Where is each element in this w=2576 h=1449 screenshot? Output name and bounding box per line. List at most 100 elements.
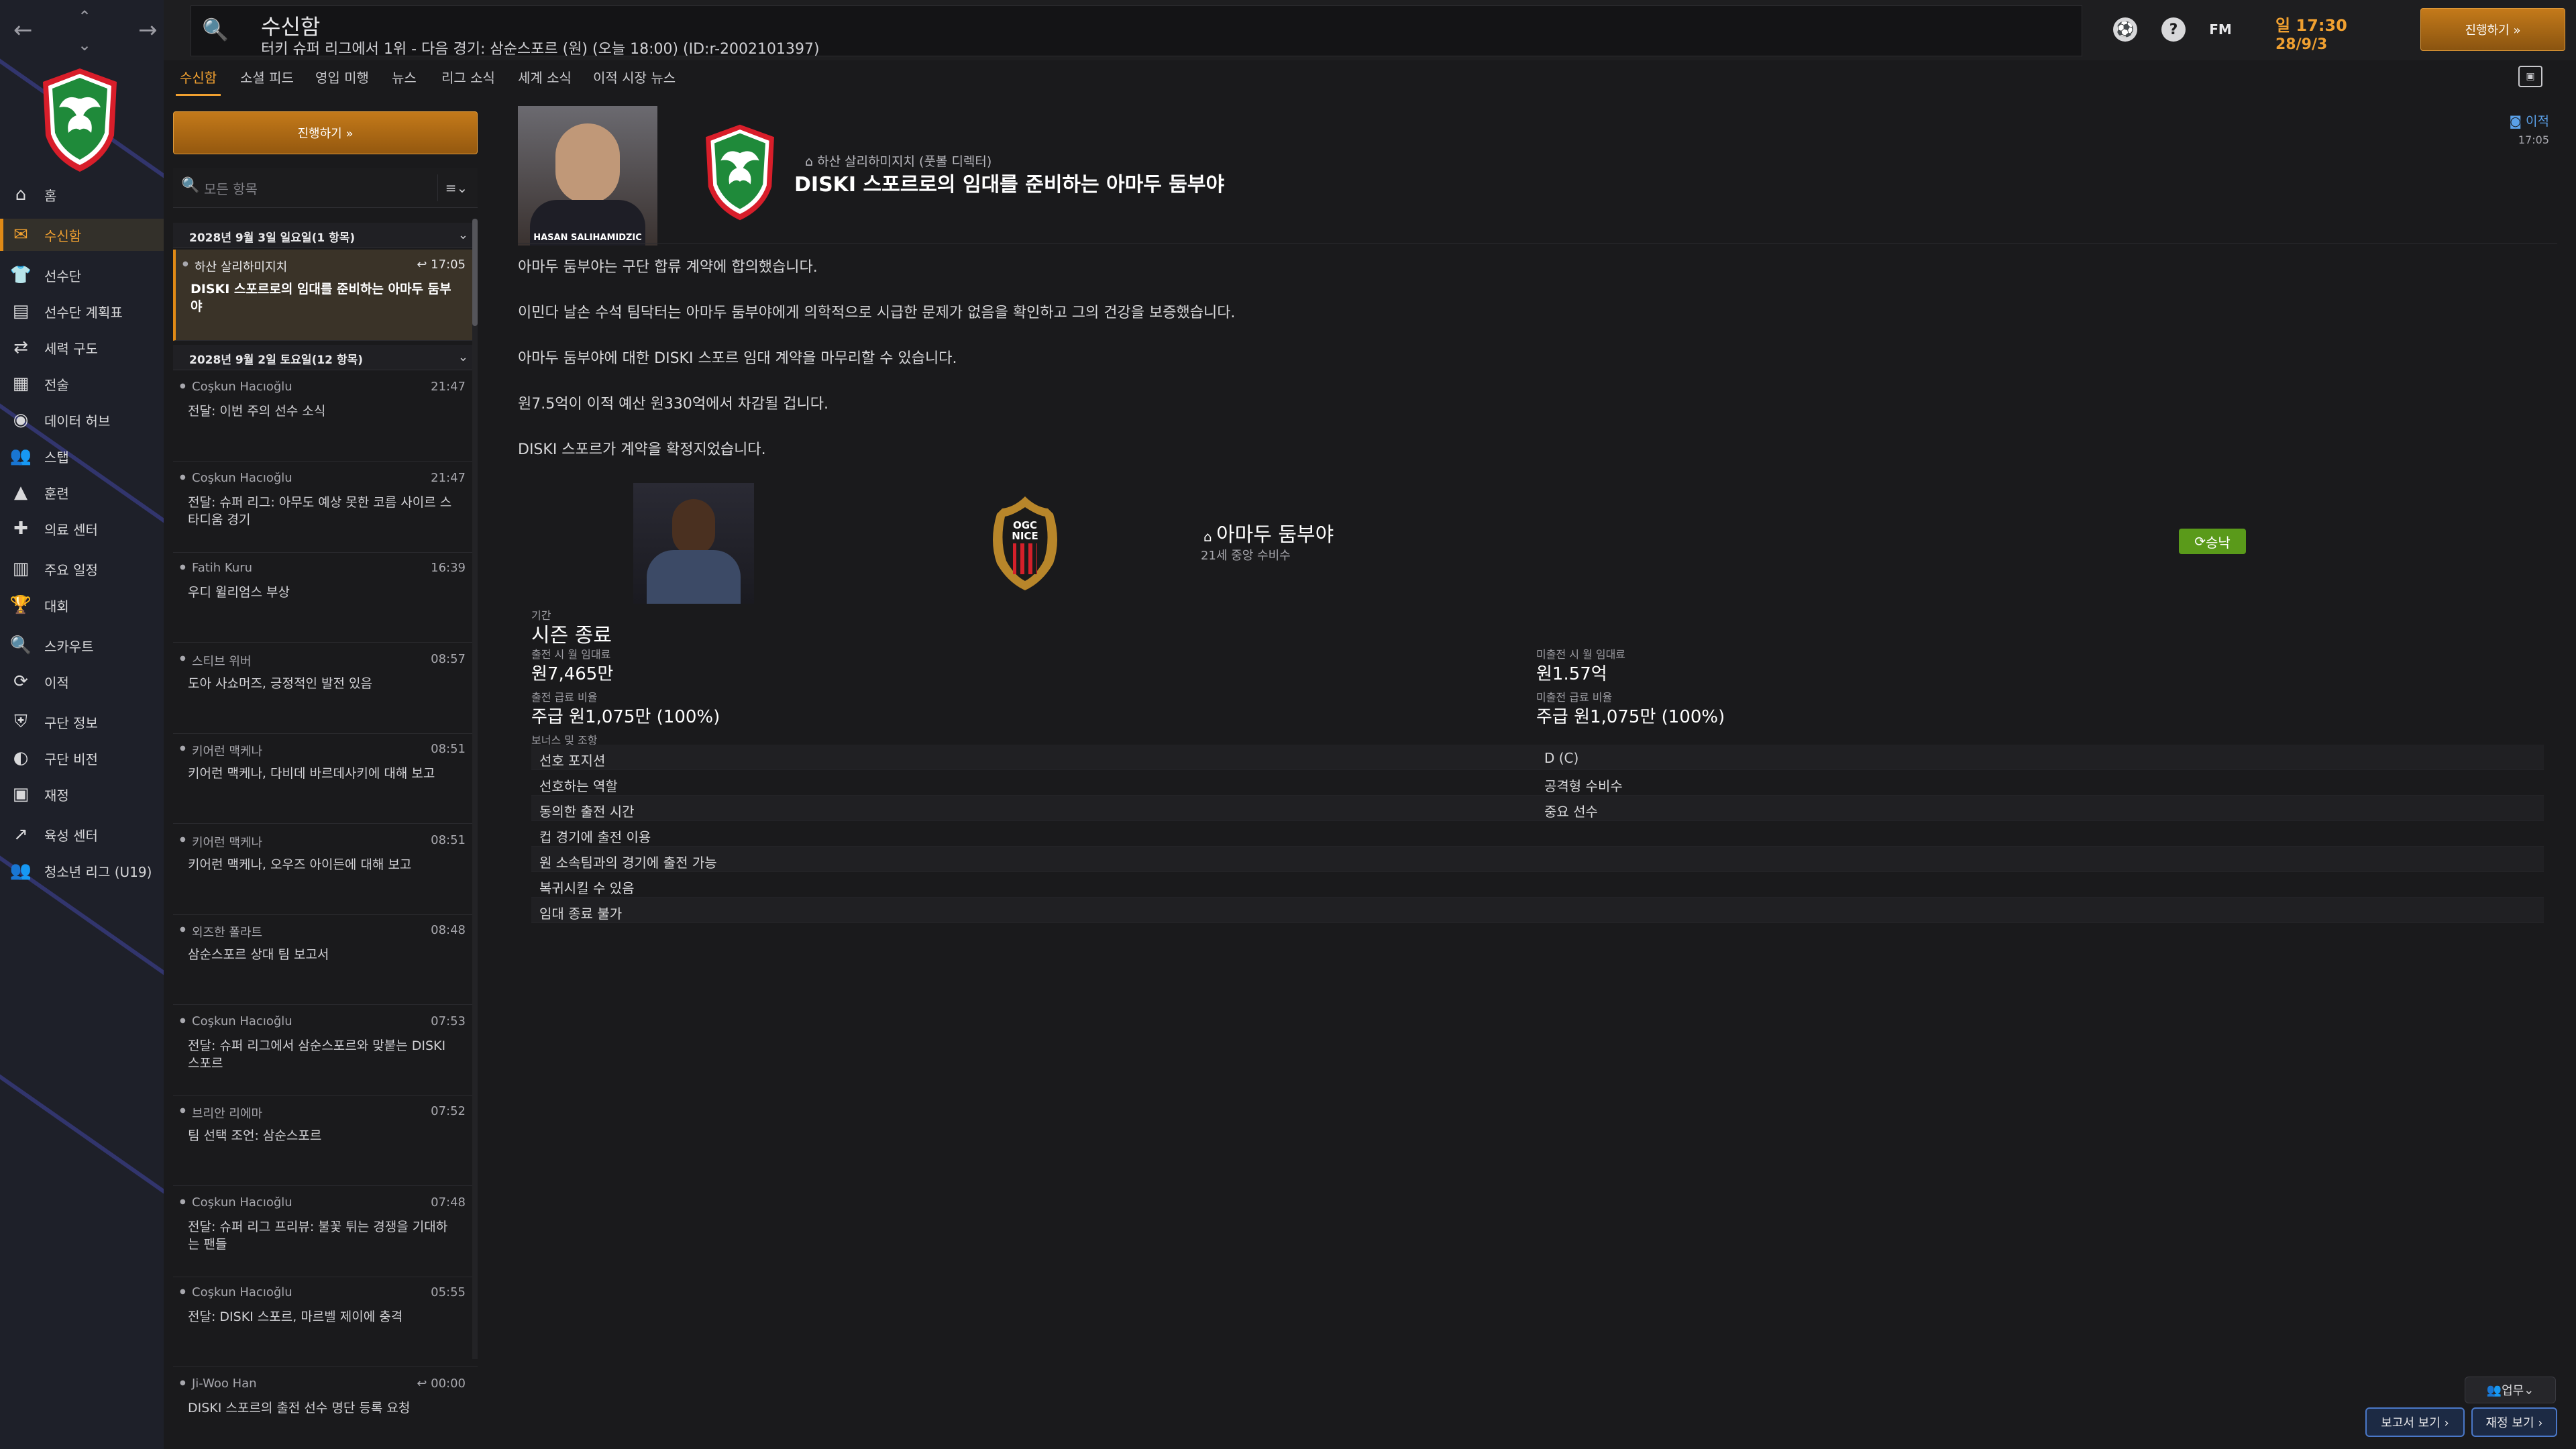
list-item[interactable]: Fatih Kuru 16:39 우디 윌리엄스 부상	[173, 553, 478, 643]
list-scrollbar[interactable]	[472, 219, 478, 1359]
clause-key: 선호하는 역할	[539, 778, 618, 794]
search-icon[interactable]: 🔍	[202, 17, 229, 42]
job-menu-button[interactable]: 👥 업무 ⌄	[2465, 1377, 2556, 1403]
tab-social-feed[interactable]: 소셜 피드	[240, 67, 294, 87]
sidebar-item-training[interactable]: ▲ 훈련	[0, 476, 164, 508]
sidebar-item-club-vision[interactable]: ◐ 구단 비전	[0, 742, 164, 774]
message-time: 07:48	[431, 1195, 466, 1210]
ogc-nice-crest-icon[interactable]: OGC NICE	[983, 494, 1067, 593]
tab-world-news[interactable]: 세계 소식	[518, 67, 572, 87]
clause-row: 동의한 출전 시간 중요 선수	[531, 796, 2544, 821]
sidebar-item-squad-plan[interactable]: ▤ 선수단 계획표	[0, 295, 164, 327]
sidebar-item-home[interactable]: ⌂ 홈	[0, 178, 164, 211]
list-item[interactable]: 브리안 리에마 07:52 팀 선택 조언: 삼순스포르	[173, 1096, 478, 1186]
message-sender[interactable]: ⌂ 하산 살리하미지치 (풋볼 디렉터)	[805, 152, 991, 170]
accepted-badge: ⟳ 승낙	[2179, 529, 2246, 554]
date-time-display[interactable]: 일 17:30 28/9/3	[2262, 5, 2396, 54]
list-item[interactable]: 키어런 맥케나 08:51 키어런 맥케나, 다비데 바르데사키에 대해 보고	[173, 734, 478, 824]
list-item[interactable]: Ji-Woo Han ↩ 00:00 DISKI 스포르의 출전 선수 명단 등…	[173, 1368, 478, 1449]
list-item[interactable]: 키어런 맥케나 08:51 키어런 맥케나, 오우즈 아이든에 대해 보고	[173, 825, 478, 915]
inbox-icon: ✉	[13, 225, 28, 245]
clause-key: 컵 경기에 출전 이용	[539, 829, 651, 845]
message-sender: Ji-Woo Han	[180, 1377, 256, 1391]
sidebar-item-youth-league[interactable]: 👥 청소년 리그 (U19)	[0, 855, 164, 887]
date-group-header[interactable]: 2028년 9월 2일 토요일(12 항목) ⌄	[173, 345, 478, 370]
sidebar-item-club-info[interactable]: ⛨ 구단 정보	[0, 706, 164, 738]
sort-menu-icon[interactable]: ≡⌄	[437, 174, 475, 201]
sidebar-item-data-hub[interactable]: ◉ 데이터 허브	[0, 404, 164, 436]
sidebar-item-staff[interactable]: 👥 스탭	[0, 440, 164, 472]
message-sender: Coşkun Hacıoğlu	[180, 471, 292, 485]
sidebar-item-schedule[interactable]: ▥ 주요 일정	[0, 553, 164, 585]
scroll-down-chevron-icon[interactable]: ⌄	[78, 34, 91, 56]
message-subject: DISKI 스포르의 출전 선수 명단 등록 요청	[188, 1401, 411, 1415]
sidebar-item-inbox[interactable]: ✉ 수신함	[0, 219, 164, 251]
tab-news[interactable]: 뉴스	[392, 67, 417, 87]
list-item[interactable]: Coşkun Hacıoğlu 07:48 전달: 슈퍼 리그 프리뷰: 불꽃 …	[173, 1187, 478, 1277]
search-input[interactable]: 모든 항목	[204, 178, 258, 198]
squad-icon: 👕	[9, 265, 32, 285]
tab-inbox[interactable]: 수신함	[175, 67, 221, 96]
sidebar-item-competitions[interactable]: 🏆 대회	[0, 589, 164, 621]
message-subject: 전달: 슈퍼 리그 프리뷰: 불꽃 튀는 경쟁을 기대하는 팬들	[188, 1220, 448, 1252]
tab-scouted-players[interactable]: 영입 미행	[315, 67, 369, 87]
sidebar-item-finances[interactable]: ▣ 재정	[0, 778, 164, 810]
fm-menu-icon[interactable]: FM	[2208, 17, 2233, 42]
list-item[interactable]: Coşkun Hacıoğlu 21:47 전달: 슈퍼 리그: 아무도 예상 …	[173, 463, 478, 553]
scroll-up-chevron-icon[interactable]: ⌃	[78, 5, 91, 28]
tab-transfer-news[interactable]: 이적 시장 뉴스	[593, 67, 676, 87]
list-item[interactable]: 스티브 위버 08:57 도아 사쇼머즈, 긍정적인 발전 있음	[173, 644, 478, 734]
finances-icon: ▣	[12, 784, 30, 804]
sidebar-item-dynamics[interactable]: ⇄ 세력 구도	[0, 331, 164, 364]
tab-league-news[interactable]: 리그 소식	[441, 67, 495, 87]
player-photo[interactable]	[633, 483, 754, 604]
status-label: ◙ 이적	[2509, 114, 2549, 129]
player-name[interactable]: ⌂ 아마두 둠부야	[1203, 518, 1334, 547]
list-item[interactable]: Coşkun Hacıoğlu 21:47 전달: 이번 주의 선수 소식	[173, 372, 478, 462]
sidebar-item-tactics[interactable]: ▦ 전술	[0, 368, 164, 400]
screen-mode-icon[interactable]: ▣	[2518, 66, 2542, 87]
scrollbar-thumb[interactable]	[472, 219, 478, 326]
message-sender: Fatih Kuru	[180, 561, 252, 575]
continue-button[interactable]: 진행하기 »	[173, 111, 478, 154]
view-report-button[interactable]: 보고서 보기 ›	[2365, 1407, 2465, 1437]
sidebar-item-squad[interactable]: 👕 선수단	[0, 259, 164, 291]
list-item[interactable]: 하산 살리하미지치 ↩ 17:05 DISKI 스포르로의 임대를 준비하는 아…	[173, 250, 478, 341]
list-item[interactable]: 외즈한 폴라트 08:48 삼순스포르 상대 팀 보고서	[173, 915, 478, 1005]
club-crest-icon[interactable]	[700, 122, 780, 223]
chevron-down-icon: ⌄	[2524, 1383, 2534, 1397]
club-crest-icon[interactable]	[39, 66, 121, 174]
person-icon: ⌂	[1203, 529, 1217, 545]
help-icon[interactable]: ?	[2161, 17, 2186, 42]
sidebar-item-development[interactable]: ↗ 육성 센터	[0, 818, 164, 851]
message-time: 16:39	[431, 561, 466, 575]
ball-icon[interactable]: ⚽	[2113, 17, 2137, 42]
author-photo[interactable]: HASAN SALIHAMIDZIC	[518, 106, 657, 246]
clause-row: 컵 경기에 출전 이용	[531, 821, 2544, 847]
message-filter[interactable]: 🔍 모든 항목 ≡⌄	[173, 168, 478, 208]
title-search-bar[interactable]: 🔍 수신함 터키 슈퍼 리그에서 1위 - 다음 경기: 삼순스포르 (원) (…	[191, 5, 2082, 58]
back-arrow-icon[interactable]: ←	[13, 19, 33, 42]
status-badge[interactable]: ◙ 이적 17:05	[2510, 111, 2549, 146]
list-item[interactable]: Coşkun Hacıoğlu 07:53 전달: 슈퍼 리그에서 삼순스포르와…	[173, 1006, 478, 1096]
wage-unplayed-value: 주급 원1,075만 (100%)	[1536, 707, 1725, 727]
nav-controls: ← ⌃ ⌄ →	[0, 0, 164, 60]
view-finances-button[interactable]: 재정 보기 ›	[2471, 1407, 2557, 1437]
sidebar-item-transfers[interactable]: ⟳ 이적	[0, 665, 164, 698]
fee-unplayed-value: 원1.57억	[1536, 664, 1607, 684]
list-item[interactable]: Coşkun Hacıoğlu 05:55 전달: DISKI 스포르, 마르벨…	[173, 1277, 478, 1367]
message-paragraph: 원7.5억이 이적 예산 원330억에서 차감될 겁니다.	[518, 396, 829, 413]
club-badge-text: NICE	[1012, 530, 1038, 542]
chevron-down-icon[interactable]: ⌄	[458, 228, 468, 242]
wage-played-label: 출전 급료 비율	[531, 691, 598, 704]
forward-arrow-icon[interactable]: →	[138, 19, 158, 42]
message-sender: 키어런 맥케나	[180, 833, 262, 851]
person-icon: ⌂	[805, 154, 818, 169]
date-group-header[interactable]: 2028년 9월 3일 일요일(1 항목) ⌄	[173, 223, 478, 248]
sidebar-item-medical[interactable]: ✚ 의료 센터	[0, 513, 164, 545]
continue-button[interactable]: 진행하기 »	[2420, 8, 2565, 51]
chevron-down-icon[interactable]: ⌄	[458, 350, 468, 364]
message-sender: Coşkun Hacıoğlu	[180, 380, 292, 394]
message-time: ↩ 00:00	[417, 1377, 466, 1391]
sidebar-item-scouting[interactable]: 🔍 스카우트	[0, 629, 164, 661]
